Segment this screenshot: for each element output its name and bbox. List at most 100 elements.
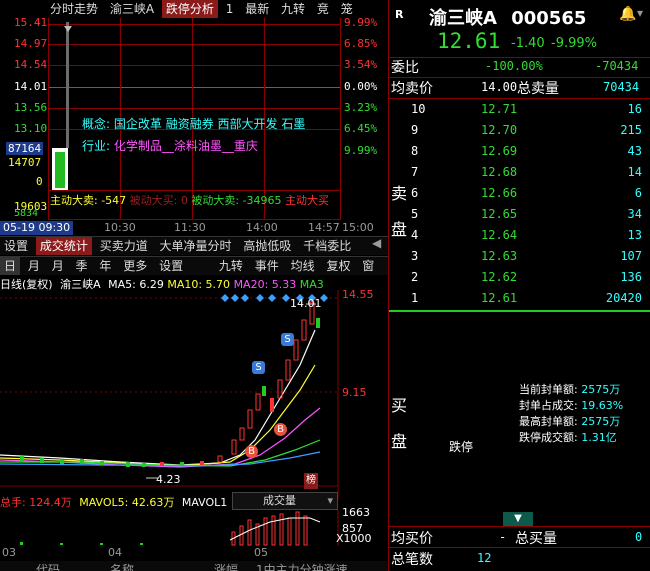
list-col-speed[interactable]: 1中主力分钟涨速 xyxy=(256,561,348,571)
tab-events[interactable]: 事件 xyxy=(251,257,283,275)
price-change-pct: -9.99% xyxy=(551,36,597,51)
tab-count[interactable]: 1 xyxy=(222,0,238,18)
ask-row[interactable]: 7 12.68 14 xyxy=(389,162,650,182)
rzrq-badge: R xyxy=(395,8,404,21)
left-axis-label: 15.41 xyxy=(14,16,48,29)
tab-trade-stats[interactable]: 成交统计 xyxy=(35,237,92,255)
sell-signal-marker[interactable]: S xyxy=(281,333,294,346)
indicator-tab-bar: 设置 成交统计 买卖力道 大单净量分时 高抛低吸 千档委比 xyxy=(0,236,388,255)
left-axis-label: 13.10 xyxy=(14,122,48,135)
chevron-down-icon: ▾ xyxy=(327,494,333,507)
avg-bid-row: 均买价 - 总买量 0 xyxy=(391,530,643,546)
industry-label: 行业: xyxy=(82,139,111,153)
ma5-line xyxy=(0,329,316,466)
order-ratio-row: 委比 -100.00% -70434 xyxy=(391,59,639,75)
month-label: 04 xyxy=(108,546,122,559)
passive-sell-big: 被动大卖: -34965 xyxy=(191,194,282,207)
tab-more[interactable]: 更多 xyxy=(119,257,151,275)
tab-month[interactable]: 月 xyxy=(48,257,68,275)
right-axis-label: 0.00% xyxy=(344,80,378,93)
scroll-left-icon[interactable]: ◀ xyxy=(372,236,381,250)
tab-latest[interactable]: 最新 xyxy=(241,0,273,18)
tab-nine-turn[interactable]: 九转 xyxy=(277,0,309,18)
volume-header: 总手: 124.4万 MAVOL5: 42.63万 MAVOL1 xyxy=(0,494,227,510)
time-label: 14:57 xyxy=(308,221,340,234)
tab-settings[interactable]: 设置 xyxy=(0,237,32,255)
bid-ask-separator xyxy=(389,310,650,312)
list-col-code[interactable]: 代码 xyxy=(36,561,60,571)
tab-stock-name[interactable]: 渝三峡A xyxy=(106,0,158,18)
volume-chart xyxy=(20,510,339,546)
kline-axis-mid: 9.15 xyxy=(342,386,367,399)
kline-low-label: 4.23 xyxy=(156,473,181,486)
dropdown-icon[interactable]: ▾ xyxy=(637,6,643,20)
list-col-change[interactable]: 涨幅 xyxy=(214,561,238,571)
tab-ma[interactable]: 均线 xyxy=(287,257,319,275)
ask-row[interactable]: 8 12.69 43 xyxy=(389,141,650,161)
avg-ask-row: 均卖价 14.00 总卖量 70434 xyxy=(391,80,640,96)
tab-year[interactable]: 年 xyxy=(95,257,115,275)
intraday-tab-bar: 分时走势 渝三峡A 跌停分析 1 最新 九转 竞 笼 xyxy=(0,0,388,18)
month-label: 05 xyxy=(254,546,268,559)
ask-row[interactable]: 3 12.63 107 xyxy=(389,246,650,266)
collapse-toggle-button[interactable]: ▼ xyxy=(503,512,533,526)
passive-buy-big: 被动大买: 0 xyxy=(129,194,188,207)
concept-values[interactable]: 国企改革 融资融券 西部大开发 石墨 xyxy=(114,117,305,131)
tab-auction[interactable]: 竞 xyxy=(313,0,333,18)
concept-line: 概念: 国企改革 融资融券 西部大开发 石墨 xyxy=(82,115,305,132)
seal-stats: 当前封单额: 2575万 封单占成交: 19.63% 最高封单额: 2575万 … xyxy=(519,383,624,444)
alert-bell-icon[interactable]: 🔔 xyxy=(619,6,636,22)
tab-nine-turn-k[interactable]: 九转 xyxy=(215,257,247,275)
ask-row[interactable]: 1 12.61 20420 xyxy=(389,288,650,308)
list-col-name[interactable]: 名称 xyxy=(110,561,134,571)
tab-day[interactable]: 日 xyxy=(0,257,21,275)
tab-high-low[interactable]: 高抛低吸 xyxy=(239,237,295,255)
tab-buy-sell-power[interactable]: 买卖力道 xyxy=(96,237,152,255)
chart-panel: 分时走势 渝三峡A 跌停分析 1 最新 九转 竞 笼 15.41 14.97 1… xyxy=(0,0,388,571)
tab-window[interactable]: 窗 xyxy=(358,257,378,275)
ask-row[interactable]: 10 12.71 16 xyxy=(389,99,650,119)
buy-signal-marker[interactable]: B xyxy=(245,445,258,458)
ask-row[interactable]: 6 12.66 6 xyxy=(389,183,650,203)
kline-axis-top: 14.55 xyxy=(342,288,374,301)
tab-depth-ratio[interactable]: 千档委比 xyxy=(299,237,355,255)
ask-row[interactable]: 5 12.65 34 xyxy=(389,204,650,224)
concept-label: 概念: xyxy=(82,117,111,131)
tab-big-order-net[interactable]: 大单净量分时 xyxy=(156,237,236,255)
month-label: 03 xyxy=(2,546,16,559)
mavol10-value: MAVOL1 xyxy=(181,496,228,509)
left-axis-label: 13.56 xyxy=(14,101,48,114)
ask-row[interactable]: 2 12.62 136 xyxy=(389,267,650,287)
ask-row[interactable]: 4 12.64 13 xyxy=(389,225,650,245)
ask-row[interactable]: 9 12.70 215 xyxy=(389,120,650,140)
list-header: 代码 名称 涨幅 1中主力分钟涨速 xyxy=(0,561,388,571)
left-axis-label: 5834 xyxy=(14,208,39,219)
chevron-down-icon: ▼ xyxy=(514,513,522,524)
flow-summary: 主动大卖: -547 被动大买: 0 被动大卖: -34965 主动大买 xyxy=(50,192,329,208)
last-price: 12.61 xyxy=(437,29,501,53)
kline-chart xyxy=(0,290,339,500)
dragon-tiger-list-badge[interactable]: 榜 xyxy=(304,473,318,489)
right-axis-label: 6.85% xyxy=(344,37,378,50)
sell-signal-marker[interactable]: S xyxy=(252,361,265,374)
cursor-datetime: 05-19 09:30 xyxy=(0,221,74,235)
right-axis-label: 3.54% xyxy=(344,58,378,71)
tab-week[interactable]: 月 xyxy=(24,257,44,275)
ma10-line xyxy=(0,364,316,467)
intraday-marker-icon xyxy=(64,26,72,32)
buy-signal-marker[interactable]: B xyxy=(274,423,287,436)
industry-values[interactable]: 化学制品__涂料油墨__重庆 xyxy=(114,139,258,153)
tab-intraday[interactable]: 分时走势 xyxy=(46,0,102,18)
period-tab-bar: 日 月 月 季 年 更多 设置 九转 事件 均线 复权 窗 xyxy=(0,256,388,275)
industry-line: 行业: 化学制品__涂料油墨__重庆 xyxy=(82,137,258,154)
volume-indicator-select[interactable]: 成交量 ▾ xyxy=(232,492,338,510)
tab-limit-down-analysis[interactable]: 跌停分析 xyxy=(161,0,218,18)
tab-quarter[interactable]: 季 xyxy=(72,257,92,275)
candles xyxy=(20,301,320,467)
tab-adjust[interactable]: 复权 xyxy=(322,257,354,275)
active-buy-big: 主动大买 xyxy=(285,194,330,207)
buy-side-label: 买 盘 xyxy=(391,396,408,451)
tab-kline-settings[interactable]: 设置 xyxy=(155,257,187,275)
stock-name: 渝三峡A xyxy=(429,8,497,29)
left-axis-label: 14.01 xyxy=(14,80,48,93)
